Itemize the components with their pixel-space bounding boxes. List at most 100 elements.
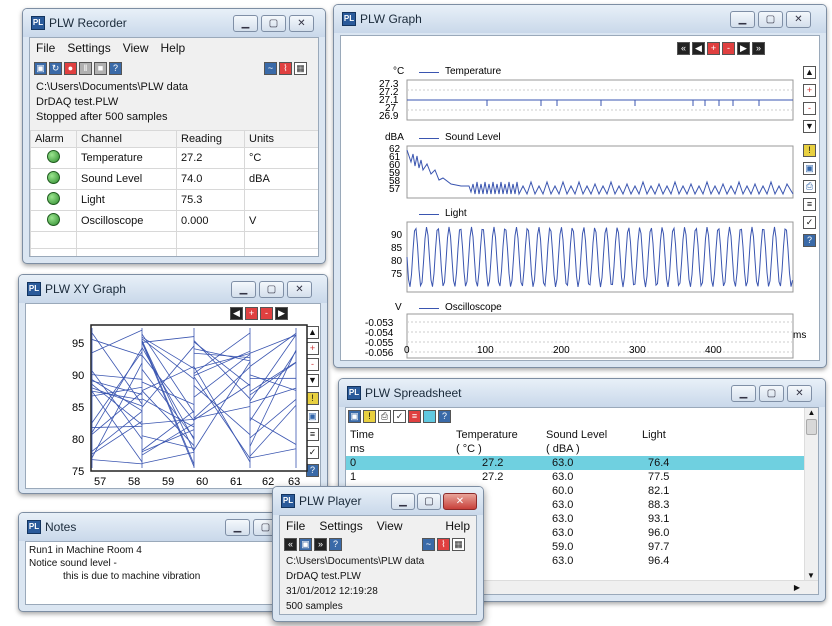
table-row[interactable]: Oscilloscope 0.000 V xyxy=(30,210,318,232)
rewind-icon[interactable]: « xyxy=(677,42,690,55)
maximize-button[interactable]: ▢ xyxy=(261,15,286,32)
cell: 93.1 xyxy=(648,513,670,525)
column-header[interactable]: Channel xyxy=(76,130,177,148)
spreadsheet-icon[interactable]: ▦ xyxy=(294,62,307,75)
next-icon[interactable]: ▶ xyxy=(737,42,750,55)
recorder-window[interactable]: PL PLW Recorder ▁ ▢ ✕ File Settings View… xyxy=(22,8,326,264)
xy-graph-icon[interactable]: ⌇ xyxy=(437,538,450,551)
print-icon[interactable]: ⎙ xyxy=(803,180,816,193)
help-icon[interactable]: ? xyxy=(438,410,451,423)
table-row[interactable]: 1 27.2 63.0 77.5 xyxy=(346,470,808,484)
column-header[interactable]: Reading xyxy=(176,130,245,148)
maximize-button[interactable]: ▢ xyxy=(758,11,783,28)
zoom-out-icon[interactable]: - xyxy=(803,102,816,115)
help-icon[interactable]: ? xyxy=(329,538,342,551)
help-icon[interactable]: ? xyxy=(109,62,122,75)
refresh-icon[interactable]: ↻ xyxy=(49,62,62,75)
notes-client[interactable]: Run1 in Machine Room 4 Notice sound leve… xyxy=(25,541,275,605)
column-header[interactable]: Alarm xyxy=(30,130,77,148)
zoom-out-icon[interactable]: - xyxy=(722,42,735,55)
menu-file[interactable]: File xyxy=(286,519,305,533)
minimize-button[interactable]: ▁ xyxy=(391,493,415,510)
pause-icon[interactable]: ‖ xyxy=(79,62,92,75)
close-button[interactable]: ✕ xyxy=(443,493,477,510)
light-tick: 90 xyxy=(391,230,403,241)
rewind-icon[interactable]: « xyxy=(284,538,297,551)
xy-titlebar[interactable]: PL PLW XY Graph ▁ ▢ ✕ xyxy=(19,275,327,303)
check-icon[interactable]: ✓ xyxy=(803,216,816,229)
maximize-button[interactable]: ▢ xyxy=(259,281,284,298)
next-icon[interactable]: ▶ xyxy=(275,307,288,320)
close-button[interactable]: ✕ xyxy=(289,15,314,32)
graph-titlebar[interactable]: PL PLW Graph ▁ ▢ ✕ xyxy=(334,5,826,33)
cell: 96.4 xyxy=(648,555,670,567)
menu-settings[interactable]: Settings xyxy=(67,41,110,55)
graph-icon[interactable]: ~ xyxy=(422,538,435,551)
menu-view[interactable]: View xyxy=(377,519,403,533)
scroll-up-arrow[interactable]: ▲ xyxy=(805,408,818,417)
spreadsheet-icon[interactable]: ▦ xyxy=(452,538,465,551)
menu-file[interactable]: File xyxy=(36,41,55,55)
table-row[interactable]: Sound Level 74.0 dBA xyxy=(30,168,318,190)
table-row[interactable]: 0 27.2 63.0 76.4 xyxy=(346,456,808,470)
fast-forward-icon[interactable]: » xyxy=(752,42,765,55)
scroll-right-arrow[interactable]: ▶ xyxy=(794,583,800,592)
channel-reading: 27.2 xyxy=(176,147,245,169)
zoom-in-icon[interactable]: + xyxy=(245,307,258,320)
help-icon[interactable]: ? xyxy=(803,234,816,247)
zoom-out-icon[interactable]: - xyxy=(260,307,273,320)
prev-icon[interactable]: ◀ xyxy=(230,307,243,320)
minimize-button[interactable]: ▁ xyxy=(225,519,250,536)
check-icon[interactable]: ✓ xyxy=(393,410,406,423)
graph-window[interactable]: PL PLW Graph ▁ ▢ ✕ «◀ + - ▶» ▲ + - ▼ ! ▣ ⎙ … xyxy=(333,4,827,368)
note-icon[interactable]: ! xyxy=(363,410,376,423)
save-icon[interactable]: ▣ xyxy=(348,410,361,423)
spreadsheet-titlebar[interactable]: PL PLW Spreadsheet ▁ ▢ ✕ xyxy=(339,379,825,407)
minimize-button[interactable]: ▁ xyxy=(233,15,258,32)
close-button[interactable]: ✕ xyxy=(287,281,312,298)
menu-settings[interactable]: Settings xyxy=(319,519,362,533)
table-row[interactable]: Light 75.3 xyxy=(30,189,318,211)
fast-forward-icon[interactable]: » xyxy=(314,538,327,551)
menu-view[interactable]: View xyxy=(123,41,149,55)
record-icon[interactable]: ● xyxy=(64,62,77,75)
zoom-in-icon[interactable]: + xyxy=(803,84,816,97)
color-icon[interactable] xyxy=(423,410,436,423)
scroll-up-icon[interactable]: ▲ xyxy=(803,66,816,79)
minimize-button[interactable]: ▁ xyxy=(231,281,256,298)
options-icon[interactable]: ≡ xyxy=(408,410,421,423)
player-titlebar[interactable]: PL PLW Player ▁ ▢ ✕ xyxy=(273,487,483,515)
close-button[interactable]: ✕ xyxy=(787,385,812,402)
zoom-in-icon[interactable]: + xyxy=(707,42,720,55)
options-icon[interactable]: ≡ xyxy=(803,198,816,211)
print-icon[interactable]: ⎙ xyxy=(378,410,391,423)
table-row[interactable]: Temperature 27.2 °C xyxy=(30,147,318,169)
minimize-button[interactable]: ▁ xyxy=(731,385,756,402)
close-button[interactable]: ✕ xyxy=(786,11,811,28)
scroll-thumb[interactable] xyxy=(806,419,817,435)
notes-titlebar[interactable]: PL Notes ▁ ▢ xyxy=(19,513,281,541)
save-icon[interactable]: ▣ xyxy=(803,162,816,175)
note-icon[interactable]: ! xyxy=(803,144,816,157)
window-title: PLW Spreadsheet xyxy=(365,386,462,400)
menu-help[interactable]: Help xyxy=(445,519,470,533)
xy-graph-window[interactable]: PL PLW XY Graph ▁ ▢ ✕ ◀ + - ▶ ▲ + - ▼ ! ▣ ≡… xyxy=(18,274,328,494)
scroll-down-arrow[interactable]: ▼ xyxy=(805,571,817,580)
minimize-button[interactable]: ▁ xyxy=(730,11,755,28)
maximize-button[interactable]: ▢ xyxy=(759,385,784,402)
x-tick: 400 xyxy=(705,345,722,356)
notes-window[interactable]: PL Notes ▁ ▢ Run1 in Machine Room 4 Noti… xyxy=(18,512,282,612)
xy-graph-icon[interactable]: ⌇ xyxy=(279,62,292,75)
save-icon[interactable]: ▣ xyxy=(299,538,312,551)
recorder-titlebar[interactable]: PL PLW Recorder ▁ ▢ ✕ xyxy=(23,9,325,37)
vertical-scrollbar[interactable]: ▲ ▼ xyxy=(804,408,818,580)
player-window[interactable]: PL PLW Player ▁ ▢ ✕ File Settings View H… xyxy=(272,486,484,622)
save-icon[interactable]: ▣ xyxy=(34,62,47,75)
menu-help[interactable]: Help xyxy=(161,41,186,55)
scroll-down-icon[interactable]: ▼ xyxy=(803,120,816,133)
graph-icon[interactable]: ~ xyxy=(264,62,277,75)
maximize-button[interactable]: ▢ xyxy=(417,493,441,510)
stop-icon[interactable]: ■ xyxy=(94,62,107,75)
prev-icon[interactable]: ◀ xyxy=(692,42,705,55)
column-header[interactable]: Units xyxy=(244,130,318,148)
